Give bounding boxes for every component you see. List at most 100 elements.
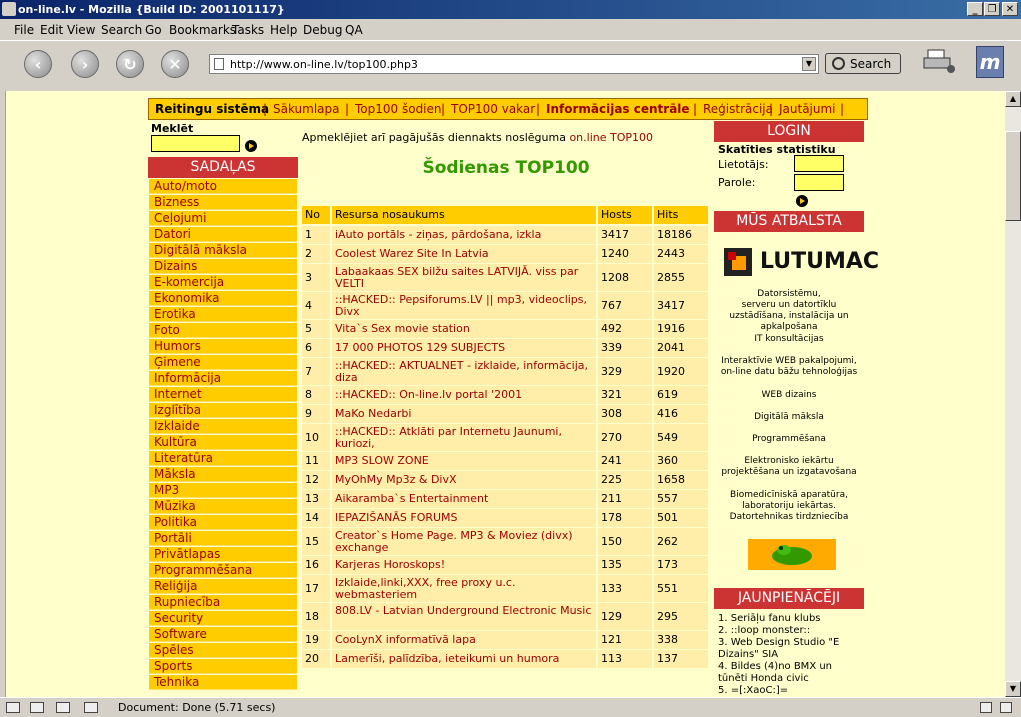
list-item[interactable]: 4. Bildes (4)no BMX un tūnēti Honda civi… [718, 661, 864, 685]
sidebar-item-category[interactable]: E-komercija [149, 275, 297, 290]
vertical-scrollbar[interactable]: ▲ ▼ [1005, 91, 1021, 697]
site-link[interactable]: IEPAZIŠANĀS FORUMS [332, 509, 596, 527]
sidebar-item-category[interactable]: Spēles [149, 643, 297, 658]
menu-search[interactable]: Search [101, 23, 142, 37]
sidebar-item-category[interactable]: Humors [149, 339, 297, 354]
sidebar-item-category[interactable]: Informācija [149, 371, 297, 386]
menu-tasks[interactable]: Tasks [232, 23, 264, 37]
forward-icon[interactable]: › [71, 50, 99, 78]
sidebar-item-category[interactable]: Sports [149, 659, 297, 674]
site-link[interactable]: ::HACKED:: Pepsiforums.LV || mp3, videoc… [332, 292, 596, 319]
menu-view[interactable]: View [67, 23, 95, 37]
mozilla-throbber-icon[interactable]: m [976, 46, 1004, 78]
site-link[interactable]: 17 000 PHOTOS 129 SUBJECTS [332, 339, 596, 357]
site-link[interactable]: ::HACKED:: AKTUALNET - izklaide, informā… [332, 358, 596, 385]
sidebar-item-category[interactable]: Software [149, 627, 297, 642]
sidebar-item-category[interactable]: Erotika [149, 307, 297, 322]
password-input[interactable] [794, 174, 844, 191]
menu-help[interactable]: Help [270, 23, 297, 37]
menu-debug[interactable]: Debug [303, 23, 342, 37]
site-link[interactable]: Lamerīši, palīdzība, ieteikumi un humora [332, 650, 596, 668]
print-icon[interactable] [922, 48, 956, 74]
sidebar-item-category[interactable]: Reliģija [149, 579, 297, 594]
site-link[interactable]: Coolest Warez Site In Latvia [332, 245, 596, 263]
sidebar-item-category[interactable]: Kultūra [149, 435, 297, 450]
scroll-down-icon[interactable]: ▼ [1005, 681, 1021, 697]
url-dropdown-icon[interactable]: ▼ [802, 57, 816, 71]
site-link[interactable]: Labaakaas SEX bilžu saites LATVIJĀ. viss… [332, 264, 596, 291]
sidebar-item-category[interactable]: Politika [149, 515, 297, 530]
nav-home[interactable]: Sākumlapa [273, 102, 340, 116]
site-link[interactable]: CooLynX informatīvā lapa [332, 631, 596, 649]
list-item[interactable]: 5. =[:XaoC:]= [718, 685, 864, 697]
menu-qa[interactable]: QA [345, 23, 363, 37]
menu-file[interactable]: File [14, 23, 34, 37]
url-bar[interactable]: ▼ [209, 54, 819, 74]
site-link[interactable]: Aikaramba`s Entertainment [332, 490, 596, 508]
sidebar-item-category[interactable]: Ekonomika [149, 291, 297, 306]
nav-top100-today[interactable]: Top100 šodien [355, 102, 442, 116]
nav-rating-system[interactable]: Reitingu sistēma [155, 102, 269, 116]
login-go-icon[interactable] [796, 195, 808, 207]
sidebar-item-category[interactable]: Tehnika [149, 675, 297, 690]
mail-icon[interactable] [30, 702, 44, 713]
sidebar-item-category[interactable]: Foto [149, 323, 297, 338]
sidebar-item-category[interactable]: Digitālā māksla [149, 243, 297, 258]
list-item[interactable]: 1. Seriāļu fanu klubs [718, 613, 864, 625]
navigator-icon[interactable] [6, 702, 20, 713]
sidebar-item-category[interactable]: Izklaide [149, 419, 297, 434]
sidebar-item-category[interactable]: Literatūra [149, 451, 297, 466]
sponsor-banner[interactable] [748, 539, 836, 570]
composer-icon[interactable] [84, 702, 98, 713]
maximize-button[interactable]: ❐ [984, 2, 1000, 16]
site-link[interactable]: Karjeras Horoskops! [332, 556, 596, 574]
lutumac-logo[interactable]: LUTUMAC [722, 246, 879, 280]
nav-info-center[interactable]: Informācijas centrāle [546, 102, 690, 116]
url-input[interactable] [230, 57, 790, 71]
online-icon[interactable] [980, 702, 992, 713]
site-link[interactable]: iAuto portāls - ziņas, pārdošana, izkla [332, 226, 596, 244]
sidebar-item-category[interactable]: Internet [149, 387, 297, 402]
reload-icon[interactable]: ↻ [116, 50, 144, 78]
nav-registration[interactable]: Reģistrācija [703, 102, 773, 116]
intro-link[interactable]: on.line TOP100 [569, 131, 653, 144]
sidebar-item-category[interactable]: Ģimene [149, 355, 297, 370]
sidebar-item-category[interactable]: Ceļojumi [149, 211, 297, 226]
sidebar-item-category[interactable]: Security [149, 611, 297, 626]
sidebar-item-category[interactable]: Auto/moto [149, 179, 297, 194]
site-link[interactable]: ::HACKED:: On-line.lv portal '2001 [332, 386, 596, 404]
sidebar-item-category[interactable]: Privātlapas [149, 547, 297, 562]
username-input[interactable] [794, 155, 844, 172]
menu-bookmarks[interactable]: Bookmarks [169, 23, 236, 37]
stop-icon[interactable]: ✕ [161, 50, 189, 78]
sidebar-item-category[interactable]: Datori [149, 227, 297, 242]
search-button[interactable]: Search [825, 53, 901, 74]
chat-icon[interactable] [56, 702, 70, 713]
list-item[interactable]: 2. ::loop monster:: [718, 625, 864, 637]
scroll-up-icon[interactable]: ▲ [1005, 91, 1021, 107]
sidebar-item-category[interactable]: Dizains [149, 259, 297, 274]
nav-questions[interactable]: Jautājumi [779, 102, 836, 116]
back-icon[interactable]: ‹ [24, 50, 52, 78]
scroll-thumb[interactable] [1005, 131, 1021, 221]
list-item[interactable]: 3. Web Design Studio "E Dizains" SIA [718, 637, 864, 661]
sidebar-item-category[interactable]: Rupniecība [149, 595, 297, 610]
site-link[interactable]: Izklaide,linki,XXX, free proxy u.c. webm… [332, 575, 596, 602]
menu-edit[interactable]: Edit [40, 23, 63, 37]
site-link[interactable]: MaKo Nedarbi [332, 405, 596, 423]
close-button[interactable]: ✕ [1002, 2, 1018, 16]
search-go-icon[interactable] [245, 140, 257, 152]
nav-top100-yesterday[interactable]: TOP100 vakar [451, 102, 535, 116]
site-link[interactable]: Creator`s Home Page. MP3 & Moviez (divx)… [332, 528, 596, 555]
site-link[interactable]: MP3 SLOW ZONE [332, 452, 596, 470]
sidebar-item-category[interactable]: Programmēšana [149, 563, 297, 578]
minimize-button[interactable]: _ [967, 2, 983, 16]
site-link[interactable]: 808.LV - Latvian Underground Electronic … [332, 603, 596, 630]
site-search-input[interactable] [151, 135, 240, 152]
sidebar-item-category[interactable]: Mūzika [149, 499, 297, 514]
sidebar-item-category[interactable]: Portāli [149, 531, 297, 546]
site-link[interactable]: ::HACKED:: Atklāti par Internetu Jaunumi… [332, 424, 596, 451]
sidebar-item-category[interactable]: Bizness [149, 195, 297, 210]
sidebar-item-category[interactable]: Māksla [149, 467, 297, 482]
menu-go[interactable]: Go [145, 23, 162, 37]
